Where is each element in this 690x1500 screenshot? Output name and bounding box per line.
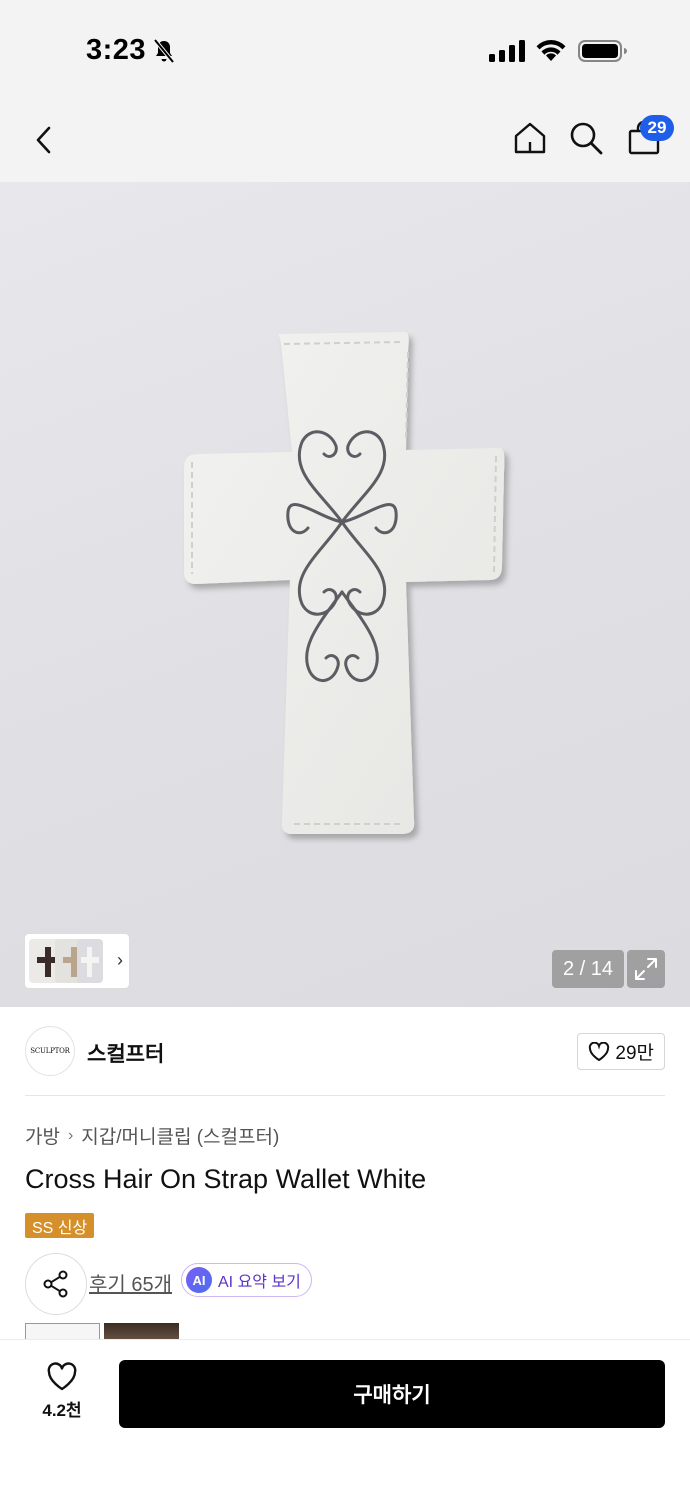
- search-icon: [570, 122, 603, 155]
- product-image-cross-wallet: [184, 332, 505, 834]
- wifi-icon: [536, 39, 566, 61]
- review-count-link[interactable]: 후기 65개: [89, 1268, 172, 1297]
- brand-name[interactable]: 스컬프터: [87, 1038, 164, 1068]
- brand-logo[interactable]: SCULPTOR: [25, 1026, 75, 1076]
- cellular-signal-icon: [489, 40, 525, 62]
- share-button[interactable]: [25, 1253, 87, 1315]
- heart-outline-icon: [589, 1041, 610, 1061]
- product-image-gallery[interactable]: › 2 / 14: [0, 182, 690, 1007]
- wishlist-button[interactable]: 4.2천: [30, 1362, 94, 1426]
- chevron-left-icon: [36, 126, 51, 154]
- share-icon: [43, 1270, 68, 1298]
- back-button[interactable]: [24, 118, 64, 162]
- breadcrumb: 가방 › 지갑/머니클립 (스컬프터): [25, 1122, 279, 1149]
- variant-thumb-white[interactable]: [77, 939, 103, 983]
- ai-icon: AI: [186, 1267, 212, 1293]
- season-badge: SS 신상: [25, 1213, 95, 1238]
- battery-icon: [578, 40, 627, 62]
- divider: [25, 1095, 665, 1096]
- search-button[interactable]: [564, 116, 608, 160]
- expand-image-button[interactable]: [627, 950, 665, 988]
- status-bar: 3:23: [0, 0, 690, 100]
- ai-summary-label: AI 요약 보기: [218, 1274, 301, 1291]
- breadcrumb-subcategory[interactable]: 지갑/머니클립 (스컬프터): [81, 1122, 279, 1149]
- heart-outline-icon: [47, 1362, 77, 1391]
- product-title: Cross Hair On Strap Wallet White: [25, 1164, 427, 1194]
- breadcrumb-category[interactable]: 가방: [25, 1122, 60, 1149]
- image-counter: 2 / 14: [552, 950, 624, 988]
- cart-count-badge: 29: [640, 115, 674, 141]
- home-icon: [514, 122, 546, 154]
- color-variant-thumbnails[interactable]: ›: [25, 934, 129, 988]
- expand-arrows-icon: [635, 958, 657, 980]
- status-time: 3:23: [86, 34, 147, 66]
- ai-summary-button[interactable]: AI AI 요약 보기: [181, 1263, 312, 1297]
- buy-button[interactable]: 구매하기: [119, 1360, 665, 1428]
- home-button[interactable]: [508, 116, 552, 160]
- nav-bar: 29: [0, 100, 690, 182]
- chevron-right-icon: ›: [117, 950, 123, 970]
- brand-like-count: 29만: [615, 1043, 654, 1064]
- brand-row[interactable]: SCULPTOR 스컬프터 29만: [25, 1026, 665, 1078]
- bottom-action-bar: 4.2천 구매하기: [0, 1339, 690, 1500]
- chevron-right-icon: ›: [67, 1126, 74, 1144]
- brand-like-button[interactable]: 29만: [577, 1033, 665, 1070]
- wishlist-count: 4.2천: [42, 1401, 82, 1420]
- bell-slash-icon: [153, 38, 175, 64]
